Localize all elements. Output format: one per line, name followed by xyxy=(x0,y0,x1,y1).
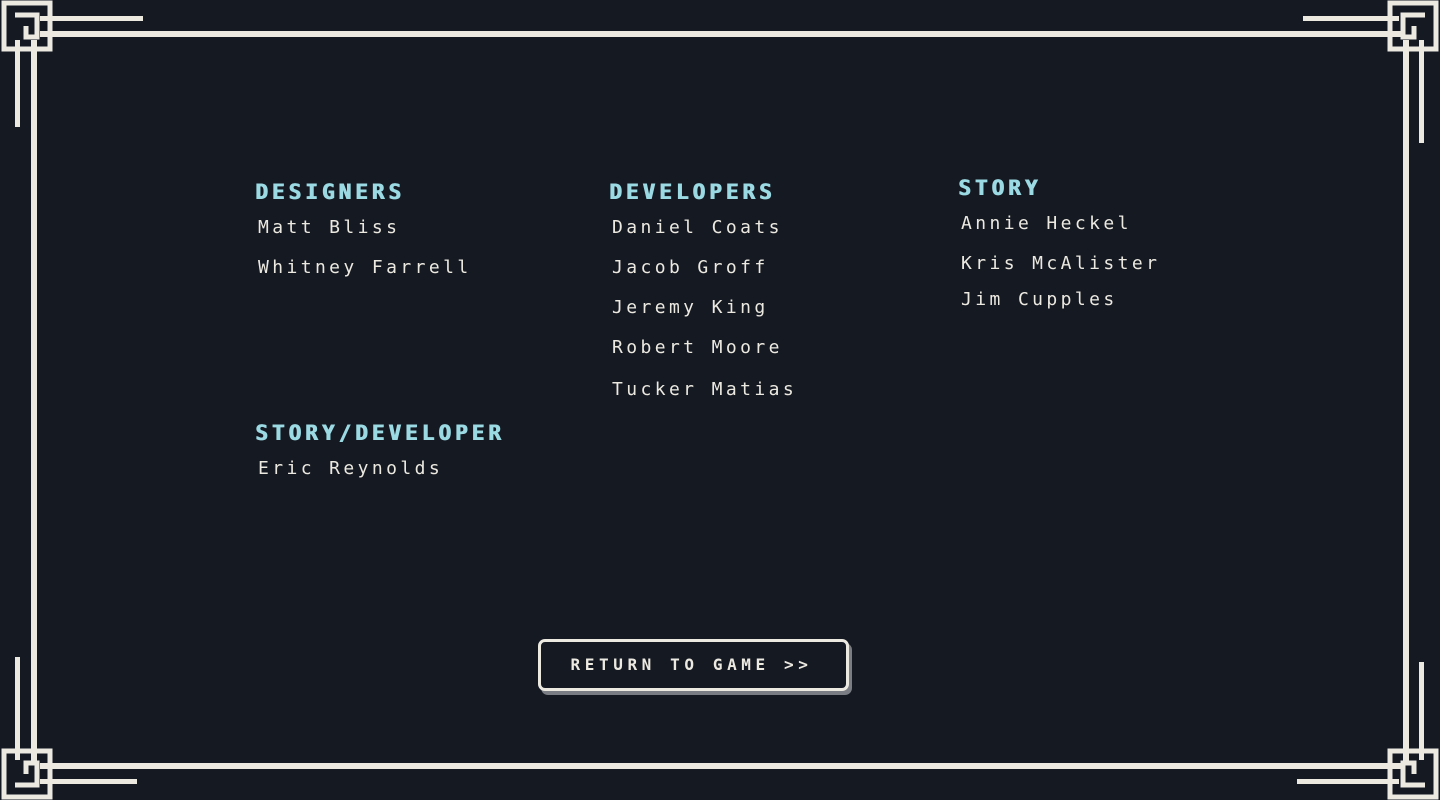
developers-heading: DEVELOPERS xyxy=(609,180,776,204)
designers-section: DESIGNERS Matt Bliss Whitney Farrell xyxy=(255,180,575,290)
credit-name: Annie Heckel xyxy=(961,213,1132,234)
credit-name: Whitney Farrell xyxy=(258,257,472,278)
credit-name: Kris McAlister xyxy=(961,253,1161,274)
credit-name: Daniel Coats xyxy=(612,217,783,238)
story-developer-heading: STORY/DEVELOPER xyxy=(255,421,505,445)
credit-name: Jacob Groff xyxy=(612,257,769,278)
credit-name: Matt Bliss xyxy=(258,217,401,238)
designers-heading: DESIGNERS xyxy=(255,180,405,204)
credit-name: Jeremy King xyxy=(612,297,769,318)
story-heading: STORY xyxy=(958,176,1042,200)
credit-name: Eric Reynolds xyxy=(258,458,444,479)
story-developer-section: STORY/DEVELOPER Eric Reynolds xyxy=(255,421,575,491)
credit-name: Jim Cupples xyxy=(961,289,1118,310)
return-to-game-button[interactable]: RETURN TO GAME >> xyxy=(538,639,849,691)
credit-name: Tucker Matias xyxy=(612,379,798,400)
story-section: STORY Annie Heckel Kris McAlister Jim Cu… xyxy=(958,176,1278,316)
credit-name: Robert Moore xyxy=(612,337,783,358)
developers-section: DEVELOPERS Daniel Coats Jacob Groff Jere… xyxy=(609,180,929,410)
